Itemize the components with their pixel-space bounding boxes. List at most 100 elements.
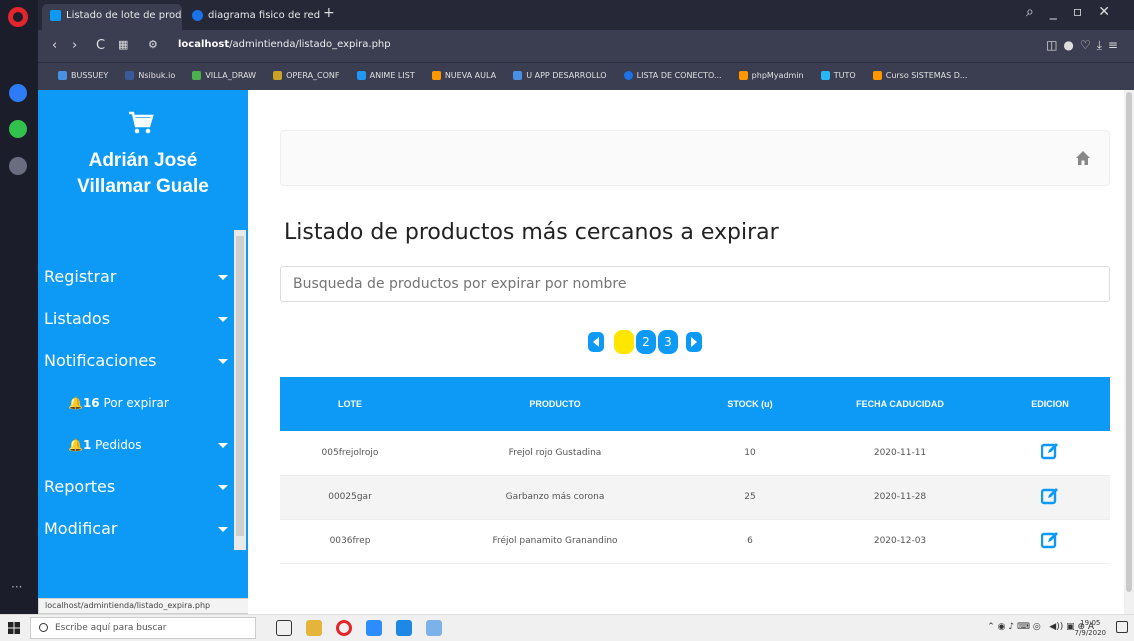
notifications-icon[interactable] (1116, 621, 1128, 633)
sidebar-item-listados[interactable]: Listados (38, 298, 234, 340)
cell-producto: Garbanzo más corona (505, 492, 605, 502)
messenger-icon[interactable] (9, 84, 27, 102)
reload-button[interactable]: C (96, 38, 105, 53)
page-title: Listado de productos más cercanos a expi… (284, 220, 779, 245)
app-icon[interactable] (426, 620, 442, 636)
sidebar-item-label: Reportes (44, 477, 116, 496)
site-info-icon[interactable]: ⚙ (148, 38, 158, 51)
sidebar-item-registrar[interactable]: Registrar (38, 256, 234, 298)
cell-stock: 10 (744, 447, 756, 458)
caret-down-icon (218, 485, 228, 490)
sidebar-item-label: Pedidos (95, 438, 142, 452)
tab-diagrama[interactable]: diagrama fisico de red - D (184, 4, 320, 30)
cell-producto: Fréjol panamito Granandino (492, 536, 618, 546)
browser-sidebar: ··· (0, 0, 38, 641)
sidebar-item-pedidos[interactable]: 🔔1 Pedidos (38, 424, 234, 466)
sidebar-item-reportes[interactable]: Reportes (38, 466, 234, 508)
bookmark-item[interactable]: U APP DESARROLLO (513, 63, 607, 89)
app-icon[interactable] (396, 620, 412, 636)
windows-start-icon[interactable] (8, 622, 20, 634)
caret-down-icon (218, 527, 228, 532)
shopping-cart-icon (129, 111, 154, 134)
window-controls[interactable]: ⌕_▫✕ (1026, 4, 1126, 20)
tab-title: diagrama fisico de red - D (208, 10, 320, 21)
sidebar-item-modificar[interactable]: Modificar (38, 508, 234, 550)
bookmark-item[interactable]: VILLA_DRAW (192, 63, 256, 89)
col-edicion: EDICION (1031, 399, 1069, 409)
user-name-line2: Villamar Guale (77, 176, 209, 197)
settings-icon[interactable] (9, 157, 27, 175)
task-view-icon[interactable] (276, 620, 292, 636)
cell-lote: 005frejolrojo (321, 447, 379, 458)
page-2-button[interactable]: 2 (636, 330, 656, 354)
sidebar-item-label: Listados (44, 309, 111, 328)
sidebar-menu: Registrar Listados Notificaciones 🔔16 Po… (38, 256, 234, 550)
edit-icon[interactable] (1041, 531, 1059, 549)
cell-edit (990, 519, 1110, 563)
url-host: localhost (178, 39, 230, 50)
more-icon[interactable]: ··· (11, 580, 22, 594)
bookmark-item[interactable]: LISTA DE CONECTO... (623, 63, 722, 89)
new-tab-button[interactable]: + (323, 5, 335, 21)
clock-time: 19:05 (1080, 619, 1101, 627)
tab-bar: Listado de lote de product diagrama fisi… (38, 0, 1134, 30)
products-table: LOTE PRODUCTO STOCK (u) FECHA CADUCIDAD … (280, 377, 1110, 564)
tab-listado[interactable]: Listado de lote de product (42, 4, 182, 30)
clock[interactable]: 19:05 7/9/2020 (1075, 618, 1106, 638)
next-page-button[interactable] (686, 332, 702, 352)
table-header-row: LOTE PRODUCTO STOCK (u) FECHA CADUCIDAD … (280, 377, 1110, 431)
back-button[interactable]: ‹ (52, 38, 57, 53)
address-actions[interactable]: ◫●♡⤓≡ (1046, 38, 1124, 53)
sidebar-scrollbar-thumb[interactable] (236, 236, 244, 536)
caret-down-icon (218, 317, 228, 322)
opera-logo-icon[interactable] (8, 7, 28, 27)
zoom-icon[interactable] (366, 620, 382, 636)
url-field[interactable]: localhost/admintienda/listado_expira.php (178, 39, 391, 50)
cell-lote: 00025gar (328, 492, 372, 502)
bookmark-item[interactable]: TUTO (820, 63, 856, 89)
taskbar-search[interactable]: Escribe aquí para buscar (30, 617, 256, 639)
bookmark-item[interactable]: BUSSUEY (58, 63, 108, 89)
bookmarks-bar: BUSSUEY Nsibuk.io VILLA_DRAW OPERA_CONF … (38, 62, 1134, 90)
clock-date: 7/9/2020 (1074, 629, 1106, 637)
bookmark-item[interactable]: phpMyadmin (738, 63, 804, 89)
bookmark-item[interactable]: NUEVA AULA (431, 63, 496, 89)
address-bar: ‹ › C ▦ ⚙ localhost/admintienda/listado_… (38, 30, 1134, 62)
cell-edit (990, 431, 1110, 475)
screen: ··· Listado de lote de product diagrama … (0, 0, 1134, 641)
search-input[interactable] (280, 266, 1110, 302)
file-explorer-icon[interactable] (306, 620, 322, 636)
cell-fecha: 2020-11-28 (873, 492, 927, 502)
page-scrollbar[interactable] (1124, 90, 1134, 614)
cell-fecha: 2020-12-03 (873, 536, 927, 546)
bell-icon: 🔔 (68, 396, 83, 410)
caret-down-icon (218, 359, 228, 364)
bookmark-item[interactable]: Curso SISTEMAS D... (872, 63, 968, 89)
whatsapp-icon[interactable] (9, 120, 27, 138)
col-stock: STOCK (u) (727, 399, 773, 409)
col-producto: PRODUCTO (529, 399, 581, 409)
cell-producto: Frejol rojo Gustadina (508, 447, 602, 458)
page-3-button[interactable]: 3 (658, 330, 678, 354)
opera-taskbar-icon[interactable] (336, 620, 352, 636)
forward-button[interactable]: › (72, 38, 77, 53)
table-row: 00025gar Garbanzo más corona 25 2020-11-… (280, 475, 1110, 519)
home-icon[interactable] (1075, 150, 1091, 166)
cell-stock: 6 (747, 536, 753, 546)
main-content: Listado de productos más cercanos a expi… (248, 90, 1134, 614)
bookmark-item[interactable]: OPERA_CONF (273, 63, 340, 89)
bookmark-item[interactable]: ANIME LIST (356, 63, 415, 89)
breadcrumb (280, 130, 1110, 186)
page-1-button[interactable]: 1 (614, 330, 634, 354)
edit-icon[interactable] (1041, 487, 1059, 505)
bookmark-item[interactable]: Nsibuk.io (125, 63, 175, 89)
prev-page-button[interactable] (588, 332, 604, 352)
edit-icon[interactable] (1041, 442, 1059, 460)
status-url: localhost/admintienda/listado_expira.php (38, 598, 254, 614)
sidebar-item-por-expirar[interactable]: 🔔16 Por expirar (38, 382, 234, 424)
speed-dial-icon[interactable]: ▦ (118, 38, 128, 51)
sidebar-item-notificaciones[interactable]: Notificaciones (38, 340, 234, 382)
col-fecha: FECHA CADUCIDAD (856, 399, 944, 409)
sidebar-item-label: Notificaciones (44, 351, 157, 370)
cell-edit (990, 475, 1110, 519)
